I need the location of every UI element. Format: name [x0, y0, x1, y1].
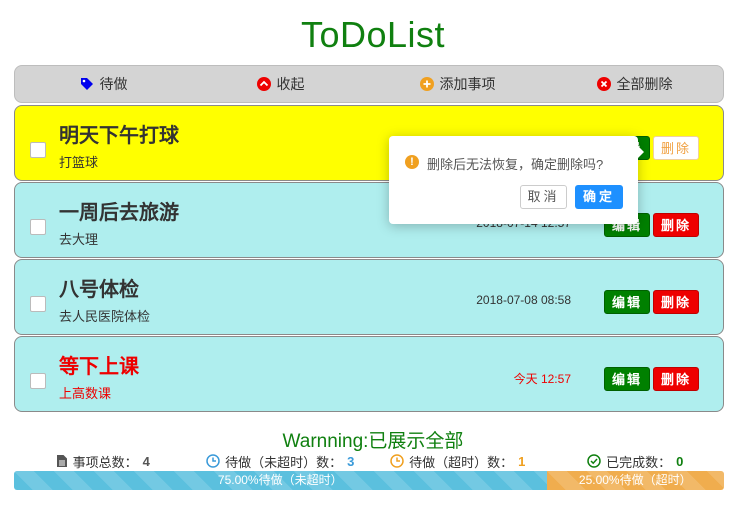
edit-button[interactable]: 编辑: [603, 290, 650, 314]
status-warning: Warnning:已展示全部: [282, 431, 464, 452]
cancel-button[interactable]: 取消: [520, 185, 567, 209]
toolbar-pending-label: 待做: [99, 76, 128, 92]
todo-title: 等下上课: [59, 356, 139, 378]
toolbar-add-label: 添加事项: [439, 76, 496, 92]
delete-button[interactable]: 删除: [652, 136, 699, 160]
delete-button[interactable]: 删除: [652, 213, 699, 237]
close-icon: [596, 77, 611, 91]
clock-icon: [206, 454, 220, 468]
warning-icon: !: [405, 155, 419, 169]
toolbar-pending-button[interactable]: 待做: [15, 74, 192, 94]
todo-checkbox[interactable]: [30, 219, 46, 235]
todo-item: 八号体检 去人民医院体检 2018-07-08 08:58 编辑 删除: [14, 259, 724, 335]
stat-done-label: 已完成数：: [606, 454, 672, 470]
toolbar-delete-all-label: 全部删除: [616, 76, 673, 92]
page-title: ToDoList: [300, 14, 446, 55]
stat-pending: 待做（未超时）数： 3: [192, 452, 370, 470]
todo-title: 明天下午打球: [59, 125, 179, 147]
delete-button[interactable]: 删除: [652, 290, 699, 314]
toolbar-add-button[interactable]: 添加事项: [369, 74, 546, 94]
toolbar-collapse-label: 收起: [276, 76, 305, 92]
progress-bar: 75.00%待做（未超时） 25.00%待做（超时）: [14, 471, 724, 490]
popover-message: 删除后无法恢复，确定删除吗?: [427, 157, 604, 172]
stat-total-label: 事项总数：: [72, 454, 138, 470]
toolbar-collapse-button[interactable]: 收起: [192, 74, 369, 94]
todo-desc: 打篮球: [59, 155, 99, 170]
toolbar: 待做 收起 添加事项 全部删除: [14, 65, 724, 103]
tag-icon: [80, 78, 93, 90]
progress-pending-segment: 75.00%待做（未超时）: [14, 471, 547, 490]
plus-icon: [419, 77, 434, 91]
toolbar-delete-all-button[interactable]: 全部删除: [546, 74, 723, 94]
chevron-up-icon: [256, 77, 271, 91]
stats-bar: 事项总数： 4 待做（未超时）数： 3 待做（超时）数： 1 已完成数： 0: [14, 452, 724, 470]
popover-arrow: [638, 146, 644, 158]
stat-pending-value: 3: [347, 453, 355, 469]
todo-checkbox[interactable]: [30, 296, 46, 312]
todo-desc: 去人民医院体检: [59, 309, 151, 324]
edit-button[interactable]: 编辑: [603, 367, 650, 391]
stat-overdue: 待做（超时）数： 1: [369, 452, 547, 470]
todo-checkbox[interactable]: [30, 142, 46, 158]
delete-confirm-popover: ! 删除后无法恢复，确定删除吗? 取消 确定: [389, 136, 644, 224]
todo-checkbox[interactable]: [30, 373, 46, 389]
stat-done-value: 0: [676, 453, 684, 469]
delete-button[interactable]: 删除: [652, 367, 699, 391]
stat-overdue-value: 1: [518, 453, 526, 469]
todo-time: 2018-07-08 08:58: [476, 293, 571, 307]
stat-overdue-label: 待做（超时）数：: [409, 454, 514, 470]
confirm-button[interactable]: 确定: [575, 185, 623, 209]
todo-desc: 去大理: [59, 232, 99, 247]
document-icon: [56, 455, 67, 467]
stat-total-value: 4: [142, 453, 150, 469]
stat-done: 已完成数： 0: [547, 452, 725, 470]
progress-overdue-segment: 25.00%待做（超时）: [546, 471, 724, 490]
stat-pending-label: 待做（未超时）数：: [225, 454, 343, 470]
clock-icon: [390, 454, 404, 468]
todo-title: 一周后去旅游: [59, 202, 179, 224]
stat-total: 事项总数： 4: [14, 452, 192, 470]
todo-desc: 上高数课: [59, 386, 112, 401]
todo-time: 今天 12:57: [513, 372, 571, 386]
todo-title: 八号体检: [59, 279, 139, 301]
todo-item: 等下上课 上高数课 今天 12:57 编辑 删除: [14, 336, 724, 412]
check-circle-icon: [587, 454, 601, 468]
